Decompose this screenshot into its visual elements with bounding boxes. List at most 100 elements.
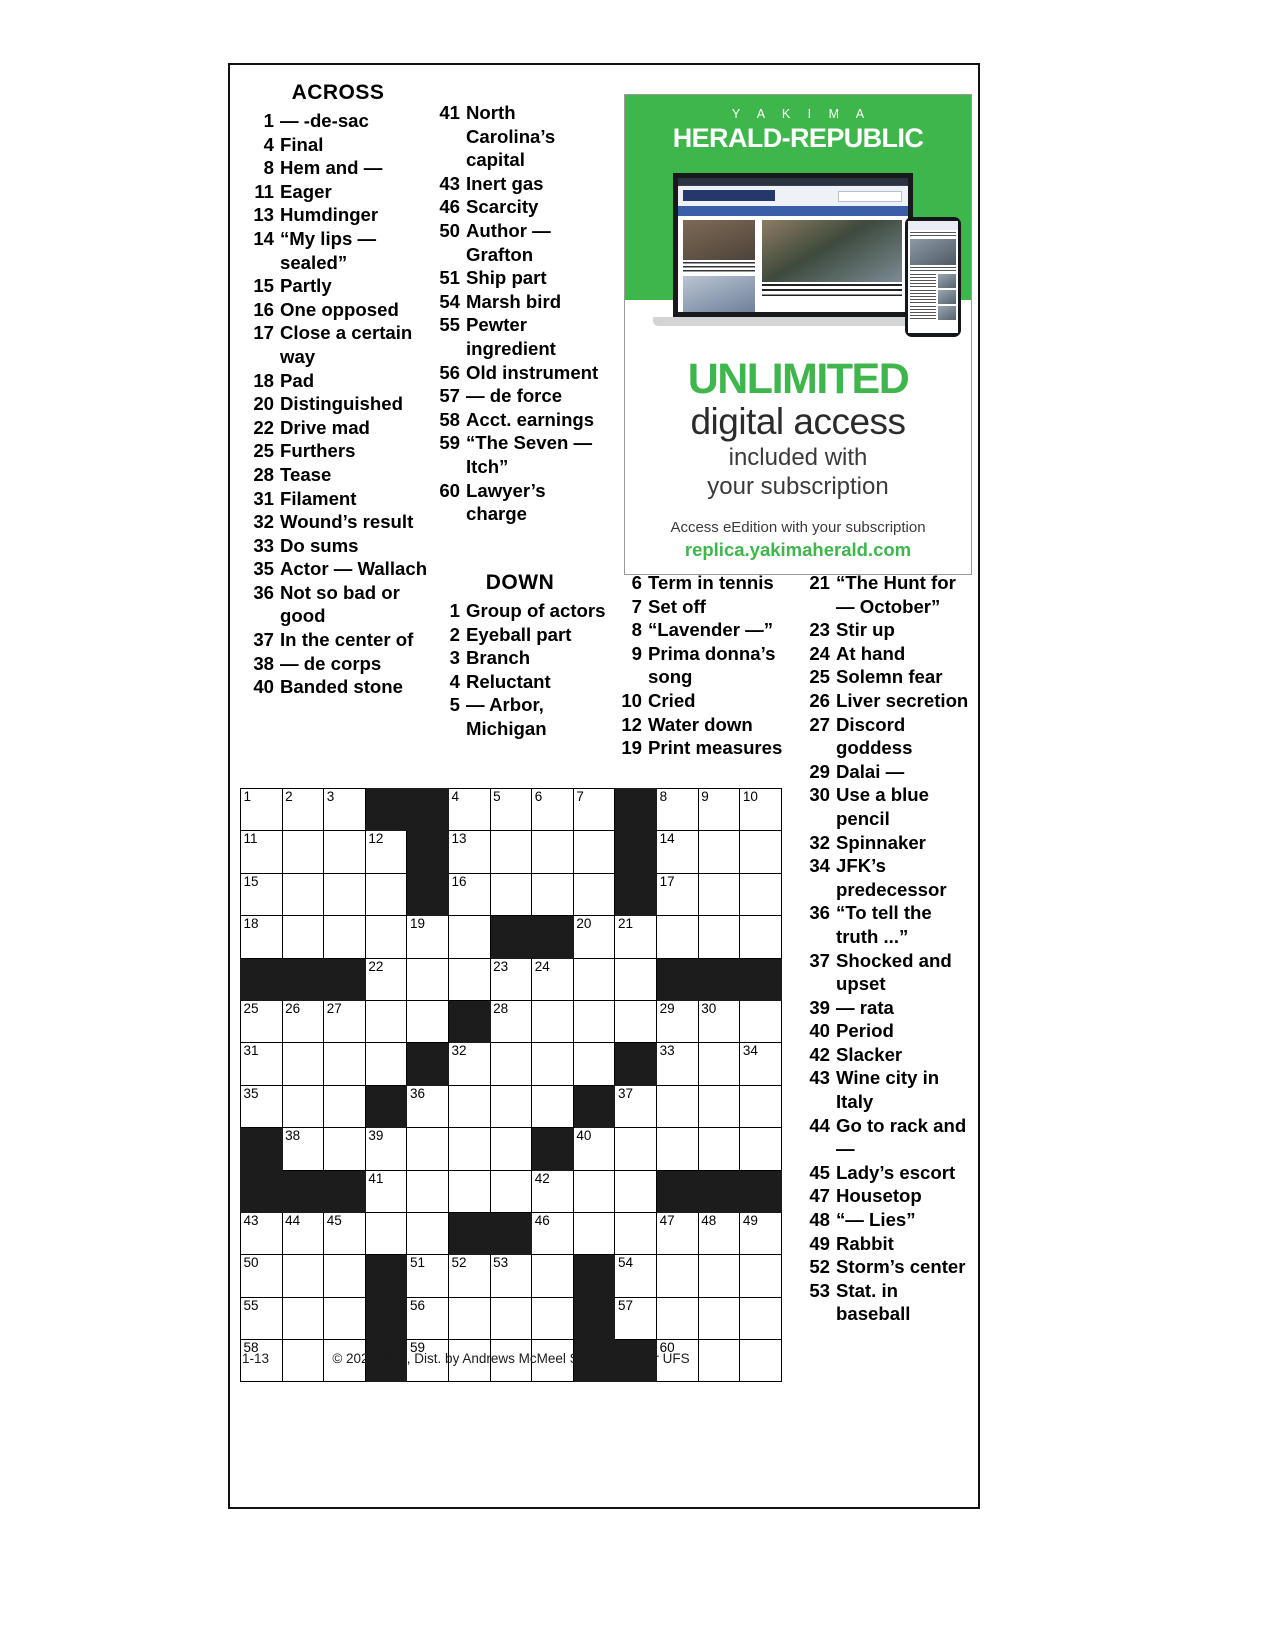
grid-letter-cell[interactable]: 32 xyxy=(448,1042,491,1086)
grid-letter-cell[interactable]: 12 xyxy=(364,830,408,874)
grid-letter-cell[interactable]: 1 xyxy=(240,787,283,832)
grid-letter-cell[interactable]: 26 xyxy=(281,999,325,1044)
grid-letter-cell[interactable]: 36 xyxy=(406,1084,450,1129)
grid-letter-cell[interactable]: 22 xyxy=(364,957,408,1001)
grid-letter-cell[interactable] xyxy=(656,915,699,959)
grid-letter-cell[interactable] xyxy=(406,1211,450,1256)
grid-letter-cell[interactable]: 20 xyxy=(572,915,616,959)
grid-letter-cell[interactable]: 57 xyxy=(614,1296,658,1341)
grid-letter-cell[interactable] xyxy=(572,1042,616,1086)
grid-letter-cell[interactable] xyxy=(323,1042,366,1086)
grid-letter-cell[interactable]: 27 xyxy=(323,999,366,1044)
grid-letter-cell[interactable] xyxy=(406,957,450,1001)
grid-letter-cell[interactable] xyxy=(572,830,616,874)
advertisement[interactable]: Y A K I M A HERALD-REPUBLIC UNLIMITED di… xyxy=(624,94,972,575)
grid-letter-cell[interactable] xyxy=(364,1211,408,1256)
grid-letter-cell[interactable] xyxy=(489,830,533,874)
grid-letter-cell[interactable] xyxy=(739,1254,782,1298)
grid-letter-cell[interactable] xyxy=(656,1084,699,1129)
grid-letter-cell[interactable]: 17 xyxy=(656,872,699,917)
grid-letter-cell[interactable] xyxy=(364,872,408,917)
grid-letter-cell[interactable] xyxy=(697,1254,741,1298)
grid-letter-cell[interactable]: 37 xyxy=(614,1084,658,1129)
grid-letter-cell[interactable]: 15 xyxy=(240,872,283,917)
grid-letter-cell[interactable]: 23 xyxy=(489,957,533,1001)
grid-letter-cell[interactable] xyxy=(739,1127,782,1171)
grid-letter-cell[interactable]: 49 xyxy=(739,1211,782,1256)
grid-letter-cell[interactable]: 5 xyxy=(489,787,533,832)
grid-letter-cell[interactable] xyxy=(281,872,325,917)
grid-letter-cell[interactable] xyxy=(489,1127,533,1171)
grid-letter-cell[interactable] xyxy=(739,915,782,959)
grid-letter-cell[interactable] xyxy=(531,1084,574,1129)
grid-letter-cell[interactable] xyxy=(323,872,366,917)
grid-letter-cell[interactable] xyxy=(531,830,574,874)
grid-letter-cell[interactable]: 16 xyxy=(448,872,491,917)
grid-letter-cell[interactable] xyxy=(406,1127,450,1171)
grid-letter-cell[interactable] xyxy=(739,999,782,1044)
grid-letter-cell[interactable] xyxy=(323,1296,366,1341)
grid-letter-cell[interactable] xyxy=(489,1084,533,1129)
grid-letter-cell[interactable] xyxy=(697,872,741,917)
grid-letter-cell[interactable] xyxy=(323,1254,366,1298)
grid-letter-cell[interactable] xyxy=(614,1169,658,1213)
grid-letter-cell[interactable] xyxy=(614,999,658,1044)
grid-letter-cell[interactable] xyxy=(364,1042,408,1086)
grid-letter-cell[interactable] xyxy=(572,999,616,1044)
grid-letter-cell[interactable] xyxy=(406,1169,450,1213)
grid-letter-cell[interactable] xyxy=(697,1127,741,1171)
grid-letter-cell[interactable] xyxy=(489,1042,533,1086)
grid-letter-cell[interactable]: 39 xyxy=(364,1127,408,1171)
grid-letter-cell[interactable]: 7 xyxy=(572,787,616,832)
grid-letter-cell[interactable] xyxy=(739,1084,782,1129)
grid-letter-cell[interactable]: 25 xyxy=(240,999,283,1044)
grid-letter-cell[interactable] xyxy=(364,915,408,959)
grid-letter-cell[interactable] xyxy=(323,1127,366,1171)
grid-letter-cell[interactable]: 42 xyxy=(531,1169,574,1213)
grid-letter-cell[interactable]: 3 xyxy=(323,787,366,832)
grid-letter-cell[interactable]: 50 xyxy=(240,1254,283,1298)
grid-letter-cell[interactable]: 19 xyxy=(406,915,450,959)
grid-letter-cell[interactable] xyxy=(489,872,533,917)
grid-letter-cell[interactable] xyxy=(448,1084,491,1129)
grid-letter-cell[interactable]: 48 xyxy=(697,1211,741,1256)
grid-letter-cell[interactable]: 46 xyxy=(531,1211,574,1256)
grid-letter-cell[interactable]: 55 xyxy=(240,1296,283,1341)
grid-letter-cell[interactable] xyxy=(323,915,366,959)
grid-letter-cell[interactable]: 28 xyxy=(489,999,533,1044)
grid-letter-cell[interactable]: 56 xyxy=(406,1296,450,1341)
grid-letter-cell[interactable]: 54 xyxy=(614,1254,658,1298)
grid-letter-cell[interactable]: 24 xyxy=(531,957,574,1001)
grid-letter-cell[interactable] xyxy=(281,915,325,959)
grid-letter-cell[interactable] xyxy=(531,1296,574,1341)
grid-letter-cell[interactable]: 31 xyxy=(240,1042,283,1086)
grid-letter-cell[interactable] xyxy=(572,1211,616,1256)
grid-letter-cell[interactable]: 2 xyxy=(281,787,325,832)
grid-letter-cell[interactable] xyxy=(448,1127,491,1171)
grid-letter-cell[interactable] xyxy=(572,872,616,917)
grid-letter-cell[interactable]: 18 xyxy=(240,915,283,959)
grid-letter-cell[interactable]: 4 xyxy=(448,787,491,832)
grid-letter-cell[interactable]: 43 xyxy=(240,1211,283,1256)
grid-letter-cell[interactable]: 30 xyxy=(697,999,741,1044)
grid-letter-cell[interactable]: 40 xyxy=(572,1127,616,1171)
grid-letter-cell[interactable] xyxy=(448,915,491,959)
grid-letter-cell[interactable] xyxy=(739,830,782,874)
grid-letter-cell[interactable] xyxy=(614,957,658,1001)
grid-letter-cell[interactable] xyxy=(448,1296,491,1341)
grid-letter-cell[interactable] xyxy=(572,1169,616,1213)
grid-letter-cell[interactable]: 53 xyxy=(489,1254,533,1298)
grid-letter-cell[interactable] xyxy=(364,999,408,1044)
grid-letter-cell[interactable] xyxy=(323,830,366,874)
grid-letter-cell[interactable]: 45 xyxy=(323,1211,366,1256)
grid-letter-cell[interactable]: 21 xyxy=(614,915,658,959)
grid-letter-cell[interactable]: 38 xyxy=(281,1127,325,1171)
grid-letter-cell[interactable] xyxy=(697,1296,741,1341)
grid-letter-cell[interactable] xyxy=(697,1084,741,1129)
grid-letter-cell[interactable] xyxy=(531,999,574,1044)
grid-letter-cell[interactable] xyxy=(281,1254,325,1298)
grid-letter-cell[interactable]: 52 xyxy=(448,1254,491,1298)
grid-letter-cell[interactable]: 47 xyxy=(656,1211,699,1256)
grid-letter-cell[interactable] xyxy=(656,1127,699,1171)
grid-letter-cell[interactable] xyxy=(281,1296,325,1341)
